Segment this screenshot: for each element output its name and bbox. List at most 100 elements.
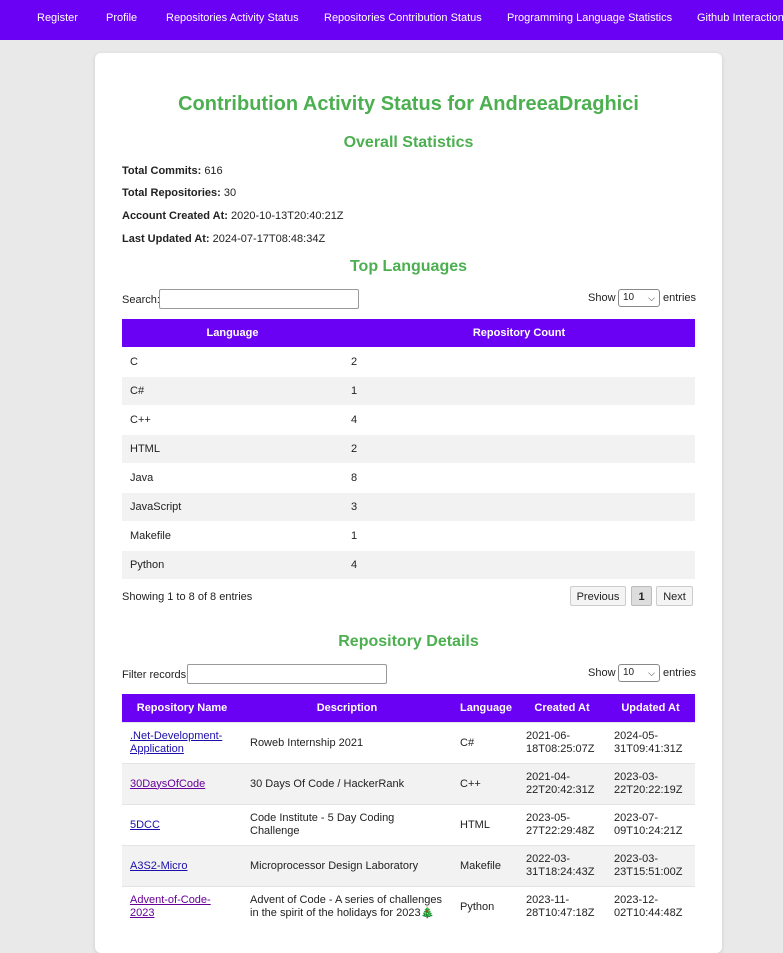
description-cell: Microprocessor Design Laboratory — [242, 845, 452, 887]
languages-table: Language Repository Count C2 C# 1 C++ 4 HT… — [122, 319, 695, 579]
repo-name-cell: A3S2-Micro — [122, 845, 242, 887]
count-cell: 2 — [343, 434, 695, 464]
language-cell: C — [122, 347, 343, 377]
last-updated: Last Updated At: 2024-07-17T08:48:34Z — [122, 233, 325, 245]
repos-page-size-select[interactable]: 10 ⌵ — [618, 664, 660, 682]
repos-filter-label: Filter records: — [122, 669, 190, 681]
languages-search-input[interactable] — [159, 289, 359, 309]
table-row: C# 1 — [122, 376, 695, 406]
languages-search-label: Search: — [122, 294, 160, 306]
overall-statistics-heading: Overall Statistics — [343, 134, 474, 151]
languages-table-info: Showing 1 to 8 of 8 entries — [122, 591, 253, 603]
top-navbar: Register Profile Repositories Activity S… — [0, 0, 783, 40]
total-commits: Total Commits: 616 — [122, 165, 223, 177]
nav-register[interactable]: Register — [37, 12, 78, 24]
language-cell: Java — [122, 463, 343, 493]
language-cell: Makefile — [452, 845, 518, 887]
chevron-down-icon: ⌵ — [648, 668, 655, 678]
previous-page-button[interactable]: Previous — [570, 586, 626, 606]
repo-link[interactable]: Advent-of-Code-2023 — [130, 894, 211, 919]
updated-at-cell: 2023-12-02T10:44:48Z — [606, 886, 695, 927]
language-cell: C++ — [452, 763, 518, 805]
account-created: Account Created At: 2020-10-13T20:40:21Z — [122, 210, 344, 222]
nav-repositories-contribution-status[interactable]: Repositories Contribution Status — [324, 12, 482, 24]
updated-at-cell: 2023-07-09T10:24:21Z — [606, 804, 695, 846]
created-at-cell: 2023-11-28T10:47:18Z — [518, 886, 606, 927]
table-row: 5DCC Code Institute - 5 Day Coding Chall… — [122, 804, 695, 846]
content-card: Contribution Activity Status for Andreea… — [95, 53, 722, 953]
nav-programming-language-statistics[interactable]: Programming Language Statistics — [507, 12, 672, 24]
description-cell: 30 Days Of Code / HackerRank — [242, 763, 452, 805]
count-cell: 4 — [343, 405, 695, 435]
table-row: Makefile 1 — [122, 521, 695, 551]
account-created-value: 2020-10-13T20:40:21Z — [231, 210, 344, 222]
table-row: .Net-Development-Application Roweb Inter… — [122, 722, 695, 764]
language-cell: JavaScript — [122, 492, 343, 522]
repo-link[interactable]: 5DCC — [130, 819, 160, 831]
count-cell: 3 — [343, 492, 695, 522]
languages-show-label: Show — [588, 292, 616, 304]
count-cell: 4 — [343, 550, 695, 579]
language-cell: C# — [452, 722, 518, 764]
nav-profile[interactable]: Profile — [106, 12, 137, 24]
column-header-repository-name[interactable]: Repository Name — [122, 694, 242, 723]
language-cell: Python — [122, 550, 343, 579]
table-row: Java 8 — [122, 463, 695, 493]
column-header-language[interactable]: Language — [452, 694, 518, 723]
account-created-label: Account Created At: — [122, 210, 228, 222]
language-cell: Python — [452, 886, 518, 927]
created-at-cell: 2021-06-18T08:25:07Z — [518, 722, 606, 764]
repos-entries-label: entries — [663, 667, 697, 679]
column-header-created-at[interactable]: Created At — [518, 694, 606, 723]
language-cell: Makefile — [122, 521, 343, 551]
count-cell: 8 — [343, 463, 695, 493]
column-header-repository-count[interactable]: Repository Count — [343, 319, 695, 348]
total-repositories-value: 30 — [223, 187, 237, 199]
repo-name-cell: 5DCC — [122, 804, 242, 846]
last-updated-label: Last Updated At: — [122, 233, 210, 245]
updated-at-cell: 2023-03-22T20:22:19Z — [606, 763, 695, 805]
column-header-description[interactable]: Description — [242, 694, 452, 723]
page-title: Contribution Activity Status for Andreea… — [178, 93, 639, 115]
repo-name-cell: .Net-Development-Application — [122, 722, 242, 764]
total-repositories: Total Repositories: 30 — [122, 187, 236, 199]
total-commits-label: Total Commits: — [122, 165, 202, 177]
repo-link[interactable]: .Net-Development-Application — [130, 730, 222, 755]
updated-at-cell: 2024-05-31T09:41:31Z — [606, 722, 695, 764]
table-row: C++ 4 — [122, 405, 695, 435]
page-1-button[interactable]: 1 — [631, 586, 652, 606]
repos-filter-input[interactable] — [187, 664, 387, 684]
table-row: JavaScript 3 — [122, 492, 695, 522]
created-at-cell: 2021-04-22T20:42:31Z — [518, 763, 606, 805]
description-text: Advent of Code - A series of challenges … — [250, 894, 443, 919]
nav-github-interaction[interactable]: Github Interaction — [697, 12, 783, 24]
repository-details-heading: Repository Details — [338, 633, 479, 650]
repos-show-label: Show — [588, 667, 616, 679]
repos-header-row: Repository Name Description Language Cre… — [122, 694, 695, 723]
chevron-down-icon: ⌵ — [648, 293, 655, 303]
column-header-language[interactable]: Language — [122, 319, 343, 348]
table-row: C2 — [122, 347, 695, 377]
count-cell: 1 — [343, 376, 695, 406]
language-cell: C++ — [122, 405, 343, 435]
nav-repositories-activity-status[interactable]: Repositories Activity Status — [166, 12, 299, 24]
created-at-cell: 2022-03-31T18:24:43Z — [518, 845, 606, 887]
repo-link[interactable]: A3S2-Micro — [130, 860, 187, 872]
languages-header-row: Language Repository Count — [122, 319, 695, 348]
table-row: HTML 2 — [122, 434, 695, 464]
language-cell: HTML — [452, 804, 518, 846]
created-at-cell: 2023-05-27T22:29:48Z — [518, 804, 606, 846]
total-repositories-label: Total Repositories: — [122, 187, 221, 199]
languages-page-size-value: 10 — [623, 292, 635, 303]
language-cell: HTML — [122, 434, 343, 464]
languages-page-size-select[interactable]: 10 ⌵ — [618, 289, 660, 307]
repos-page-size-value: 10 — [623, 667, 635, 678]
next-page-button[interactable]: Next — [656, 586, 693, 606]
repo-link[interactable]: 30DaysOfCode — [130, 778, 205, 790]
repo-name-cell: Advent-of-Code-2023 — [122, 886, 242, 927]
table-row: Python 4 — [122, 550, 695, 579]
description-cell: Roweb Internship 2021 — [242, 722, 452, 764]
total-commits-value: 616 — [204, 165, 223, 177]
table-row: 30DaysOfCode 30 Days Of Code / HackerRan… — [122, 763, 695, 805]
column-header-updated-at[interactable]: Updated At — [606, 694, 695, 723]
